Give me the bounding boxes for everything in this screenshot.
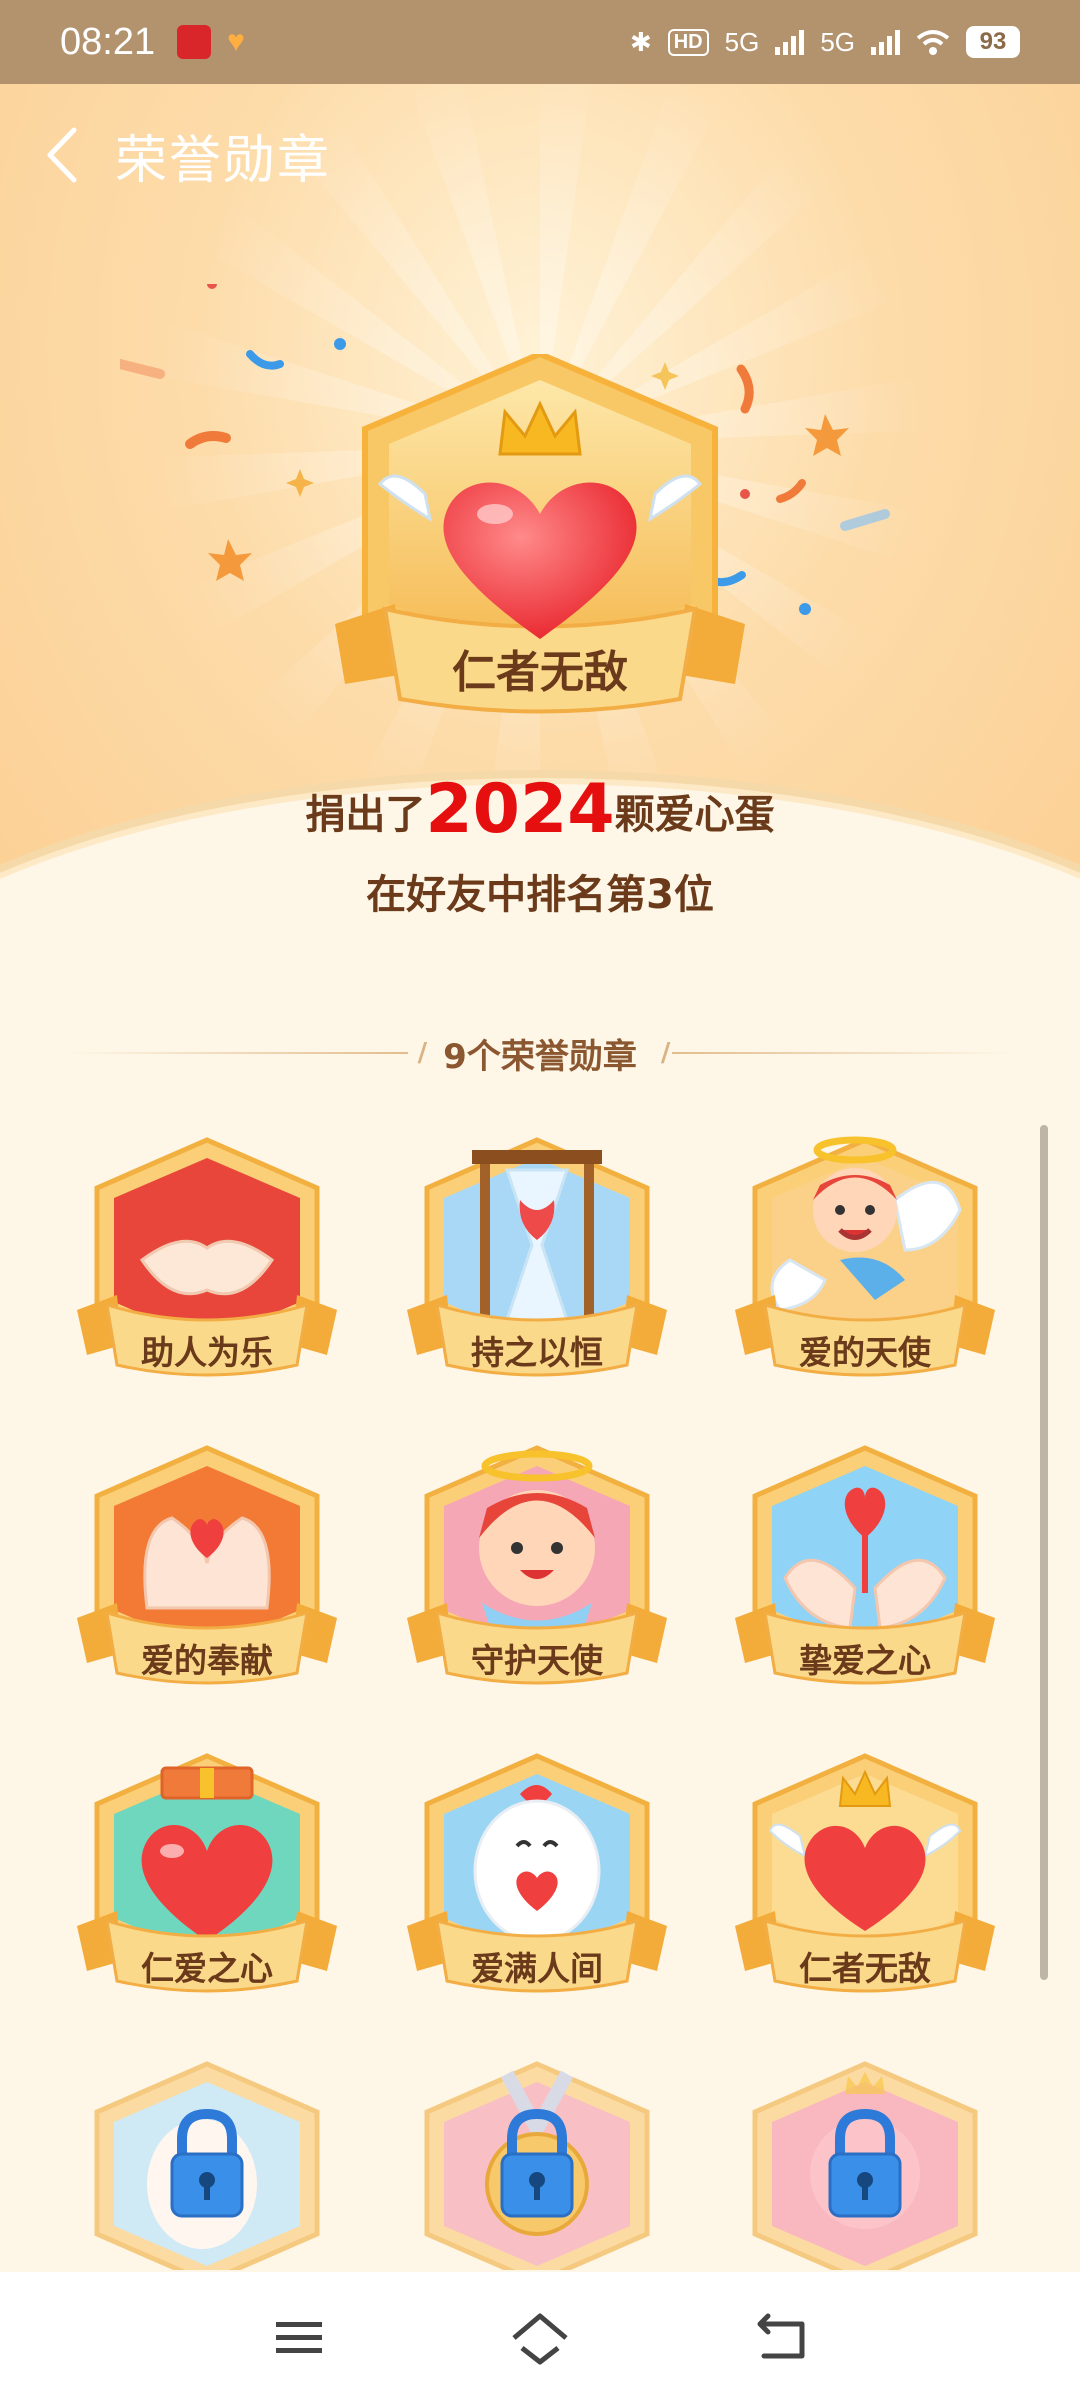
medal-item[interactable]: 仁者无敌 bbox=[730, 1746, 1000, 2006]
donation-prefix: 捐出了 bbox=[305, 792, 426, 838]
back-button[interactable] bbox=[36, 120, 86, 190]
bluetooth-icon: ✱ bbox=[629, 26, 652, 57]
medal-item[interactable]: 持之以恒 bbox=[402, 1130, 672, 1390]
donation-suffix: 颗爱心蛋 bbox=[614, 792, 775, 838]
medal-label: 持之以恒 bbox=[471, 1333, 603, 1372]
home-icon[interactable] bbox=[510, 2308, 570, 2368]
hero-badge-label: 仁者无敌 bbox=[452, 648, 628, 697]
section-header: // 9个荣誉勋章 // bbox=[70, 1030, 1011, 1077]
divider-right bbox=[672, 1052, 1011, 1054]
medal-item[interactable]: 守护天使 bbox=[402, 1438, 672, 1698]
medal-item[interactable]: 仁爱之心 bbox=[72, 1746, 342, 2006]
medal-item[interactable]: 挚爱之心 bbox=[730, 1438, 1000, 1698]
medal-item[interactable]: 爱的天使 bbox=[730, 1130, 1000, 1390]
status-right: ✱ HD 5G 5G 93 bbox=[630, 26, 1020, 58]
network-label-1: 5G bbox=[724, 26, 760, 57]
medal-label: 爱的天使 bbox=[799, 1333, 931, 1372]
friend-rank: 在好友中排名第3位 bbox=[366, 872, 714, 918]
donation-summary: 捐出了2024颗爱心蛋 bbox=[0, 770, 1080, 849]
chevron-left-icon bbox=[47, 127, 77, 183]
back-arrow-icon[interactable] bbox=[752, 2308, 812, 2368]
donation-count: 2024 bbox=[425, 770, 615, 849]
status-time: 08:21 bbox=[60, 20, 156, 63]
medal-item[interactable]: 助人为乐 bbox=[72, 1130, 342, 1390]
winged-heart-crown-badge-icon: 仁者无敌 bbox=[335, 354, 745, 714]
decor-right-icon: // bbox=[660, 1038, 669, 1068]
scrollbar[interactable] bbox=[1040, 1125, 1048, 1980]
medal-label: 仁者无敌 bbox=[799, 1949, 931, 1988]
locked-medal-item[interactable] bbox=[730, 2054, 1000, 2270]
locked-medal-art bbox=[94, 2061, 320, 2270]
status-bar: 08:21 ♥ ✱ HD 5G 5G 93 bbox=[0, 0, 1080, 84]
locked-medal-art bbox=[752, 2061, 978, 2270]
wifi-icon bbox=[916, 30, 950, 55]
locked-medal-art bbox=[424, 2061, 650, 2270]
medal-item[interactable]: 爱满人间 bbox=[402, 1746, 672, 2006]
medal-label: 挚爱之心 bbox=[799, 1641, 931, 1680]
network-label-2: 5G bbox=[820, 26, 855, 57]
battery-icon: 93 bbox=[966, 26, 1020, 58]
section-title: 9个荣誉勋章 bbox=[443, 1036, 637, 1077]
locked-medal-item[interactable] bbox=[72, 2054, 342, 2270]
decor-left-icon: // bbox=[417, 1038, 426, 1068]
medal-label: 爱满人间 bbox=[471, 1949, 603, 1988]
navigation-bar bbox=[0, 2272, 1080, 2400]
locked-medal-item[interactable] bbox=[402, 2054, 672, 2270]
menu-icon[interactable] bbox=[270, 2308, 330, 2368]
hd-icon: HD bbox=[667, 28, 709, 56]
hero-section: 仁者无敌 捐出了2024颗爱心蛋 在好友中排名第3位 bbox=[0, 84, 1080, 964]
heart-app-icon: ♥ bbox=[227, 25, 245, 58]
medal-grid: 助人为乐 持之以恒 爱的天使 爱的奉献 守护天使 挚爱之心 仁爱之心 爱满人间 … bbox=[0, 1130, 1080, 2270]
signal-icon bbox=[775, 29, 805, 55]
page-title: 荣誉勋章 bbox=[115, 131, 332, 191]
medal-label: 仁爱之心 bbox=[141, 1949, 273, 1988]
medal-item[interactable]: 爱的奉献 bbox=[72, 1438, 342, 1698]
medal-label: 助人为乐 bbox=[141, 1333, 273, 1372]
medal-label: 爱的奉献 bbox=[141, 1641, 273, 1680]
medal-label: 守护天使 bbox=[471, 1641, 603, 1680]
signal-icon-2 bbox=[871, 29, 900, 55]
divider-left bbox=[70, 1052, 408, 1054]
video-app-icon bbox=[177, 25, 212, 59]
